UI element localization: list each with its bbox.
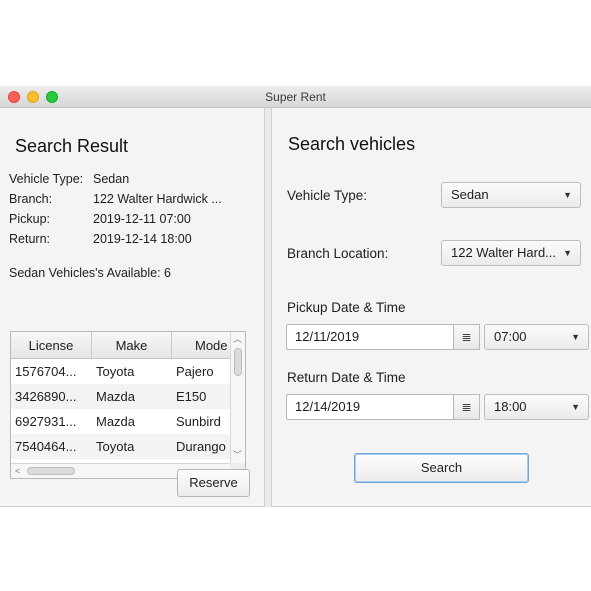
info-value: 122 Walter Hardwick ... [93, 192, 222, 206]
info-value: 2019-12-14 18:00 [93, 232, 192, 246]
search-result-heading: Search Result [15, 136, 129, 156]
cell-model: Pajero [176, 364, 214, 379]
scroll-down-icon[interactable]: ﹀ [233, 450, 242, 460]
return-datetime-label: Return Date & Time [287, 370, 406, 385]
reserve-button[interactable]: Reserve [177, 469, 250, 497]
vertical-scroll-thumb[interactable] [234, 348, 242, 376]
horizontal-scroll-thumb[interactable] [27, 467, 75, 475]
pickup-calendar-icon[interactable]: ≣ [453, 324, 480, 350]
table-row[interactable]: 1576704... Toyota Pajero [11, 359, 231, 384]
vehicle-type-select[interactable]: Sedan ▼ [441, 182, 581, 208]
scroll-left-icon[interactable]: < [15, 466, 20, 476]
pickup-datetime-label: Pickup Date & Time [287, 300, 406, 315]
title-bar[interactable]: Super Rent [0, 86, 591, 108]
branch-location-select[interactable]: 122 Walter Hard... ▼ [441, 240, 581, 266]
cell-license: 3426890... [15, 389, 77, 404]
pickup-time-select[interactable]: 07:00 ▼ [484, 324, 589, 350]
app-window: Super Rent Search Result Vehicle Type: S… [0, 86, 591, 507]
return-time-value: 18:00 [494, 399, 527, 414]
scroll-up-icon[interactable]: ︿ [233, 334, 242, 344]
table-row[interactable]: 7540464... Toyota Durango [11, 434, 231, 459]
vehicles-table[interactable]: License Make Mode 1576704... Toyota Paje… [10, 331, 246, 479]
chevron-down-icon: ▼ [571, 332, 580, 342]
cell-make: Toyota [96, 364, 135, 379]
search-result-pane: Search Result Vehicle Type: Sedan Branch… [0, 108, 264, 507]
return-time-select[interactable]: 18:00 ▼ [484, 394, 589, 420]
info-key: Vehicle Type: [9, 172, 84, 186]
search-vehicles-heading: Search vehicles [288, 134, 416, 154]
cell-model: E150 [176, 389, 207, 404]
cell-make: Toyota [96, 439, 135, 454]
cell-make: Mazda [96, 414, 136, 429]
column-header-license[interactable]: License [11, 332, 92, 359]
table-row[interactable]: 6927931... Mazda Sunbird [11, 409, 231, 434]
chevron-down-icon: ▼ [563, 248, 572, 258]
pickup-date-input[interactable]: 12/11/2019 [286, 324, 454, 350]
vehicle-type-value: Sedan [451, 187, 489, 202]
search-vehicles-pane: Search vehicles Vehicle Type: Sedan ▼ Br… [272, 108, 591, 507]
window-title: Super Rent [265, 90, 326, 104]
column-header-make[interactable]: Make [92, 332, 172, 359]
vehicle-type-label: Vehicle Type: [287, 188, 368, 203]
available-count: Sedan Vehicles's Available: 6 [9, 266, 171, 280]
info-key: Branch: [9, 192, 53, 206]
info-value: Sedan [93, 172, 130, 186]
branch-location-label: Branch Location: [287, 246, 389, 261]
column-header-model[interactable]: Mode [172, 332, 231, 359]
chevron-down-icon: ▼ [563, 190, 572, 200]
cell-make: Mazda [96, 389, 136, 404]
return-calendar-icon[interactable]: ≣ [453, 394, 480, 420]
info-key: Return: [9, 232, 50, 246]
cell-model: Durango [176, 439, 226, 454]
info-value: 2019-12-11 07:00 [93, 212, 191, 226]
info-key: Pickup: [9, 212, 50, 226]
table-row[interactable]: 3426890... Mazda E150 [11, 384, 231, 409]
vertical-scrollbar[interactable]: ︿ ﹀ [230, 332, 245, 464]
cell-license: 6927931... [15, 414, 77, 429]
chevron-down-icon: ▼ [571, 402, 580, 412]
split-pane-divider[interactable] [264, 108, 272, 507]
search-button[interactable]: Search [354, 453, 529, 483]
cell-model: Sunbird [176, 414, 221, 429]
cell-license: 7540464... [15, 439, 77, 454]
cell-license: 1576704... [15, 364, 77, 379]
branch-location-value: 122 Walter Hard... [451, 245, 557, 260]
return-date-input[interactable]: 12/14/2019 [286, 394, 454, 420]
table-header: License Make Mode [11, 332, 231, 359]
pickup-time-value: 07:00 [494, 329, 527, 344]
